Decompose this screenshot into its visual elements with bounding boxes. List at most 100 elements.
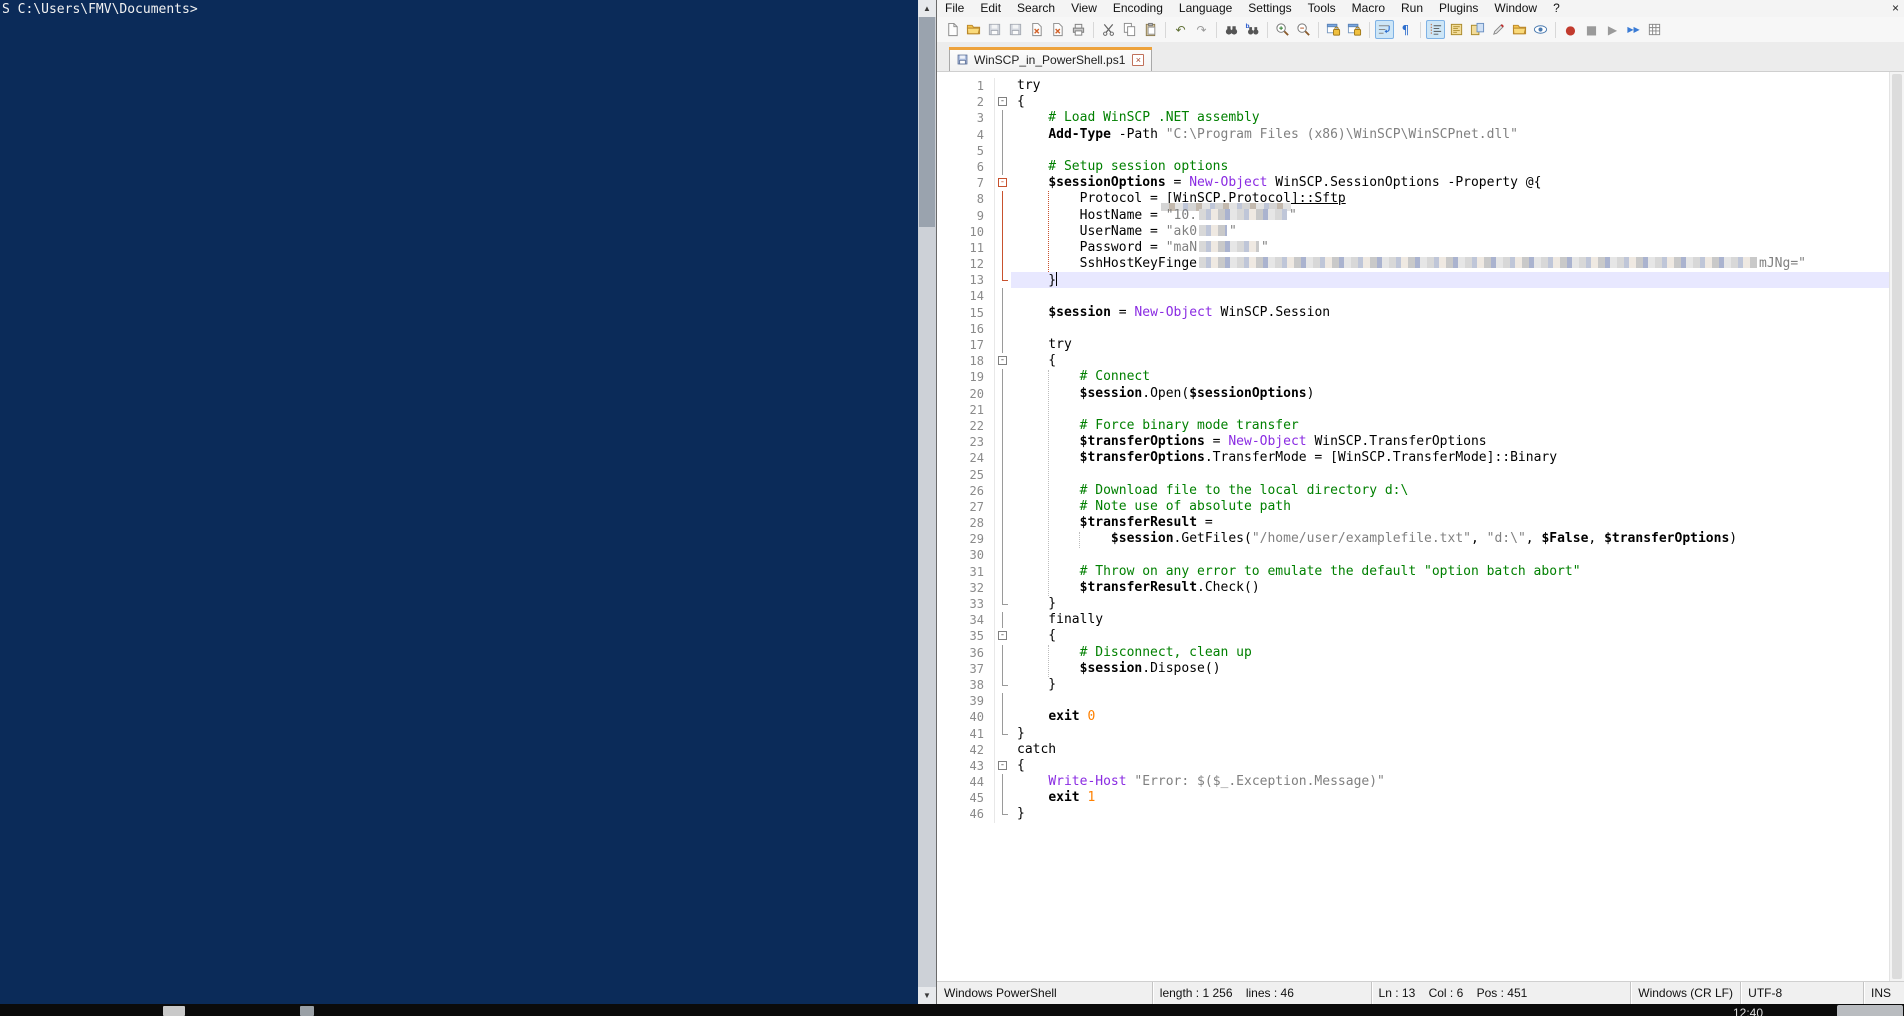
taskbar-app-icon[interactable] bbox=[163, 1006, 185, 1016]
fold-margin[interactable] bbox=[995, 450, 1011, 466]
fold-margin[interactable] bbox=[995, 806, 1011, 822]
taskbar-tray[interactable] bbox=[1837, 1005, 1903, 1016]
fold-margin[interactable] bbox=[995, 547, 1011, 563]
fold-margin[interactable] bbox=[995, 515, 1011, 531]
run-external-icon[interactable] bbox=[1489, 20, 1508, 39]
fold-margin[interactable] bbox=[995, 337, 1011, 353]
paste-icon[interactable] bbox=[1141, 20, 1160, 39]
menu-item-settings[interactable]: Settings bbox=[1240, 0, 1299, 17]
menu-item-encoding[interactable]: Encoding bbox=[1105, 0, 1171, 17]
folder-as-workspace-icon[interactable] bbox=[1510, 20, 1529, 39]
editor-scrollbar[interactable] bbox=[1889, 72, 1904, 981]
word-wrap-icon[interactable] bbox=[1375, 20, 1394, 39]
fold-margin[interactable] bbox=[995, 564, 1011, 580]
menu-item-run[interactable]: Run bbox=[1393, 0, 1431, 17]
fold-margin[interactable] bbox=[995, 208, 1011, 224]
menu-item-tools[interactable]: Tools bbox=[1300, 0, 1344, 17]
scrollbar-thumb[interactable] bbox=[919, 17, 935, 227]
macro-play-icon[interactable]: ▶ bbox=[1603, 20, 1622, 39]
fold-margin[interactable] bbox=[995, 661, 1011, 677]
window-close-icon[interactable]: × bbox=[1892, 0, 1899, 16]
fold-margin[interactable] bbox=[995, 305, 1011, 321]
fold-margin[interactable] bbox=[995, 143, 1011, 159]
print-icon[interactable] bbox=[1069, 20, 1088, 39]
code-lines[interactable]: 1try2-{3 # Load WinSCP .NET assembly4 Ad… bbox=[937, 72, 1890, 823]
fold-margin[interactable]: - bbox=[995, 94, 1011, 110]
zoom-out-icon[interactable] bbox=[1294, 20, 1313, 39]
document-switcher-icon[interactable] bbox=[1468, 20, 1487, 39]
fold-margin[interactable] bbox=[995, 467, 1011, 483]
fold-margin[interactable] bbox=[995, 224, 1011, 240]
fold-margin[interactable] bbox=[995, 288, 1011, 304]
macro-stop-icon[interactable]: ■ bbox=[1582, 20, 1601, 39]
fold-margin[interactable] bbox=[995, 256, 1011, 272]
replace-icon[interactable] bbox=[1243, 20, 1262, 39]
save-all-icon[interactable] bbox=[1006, 20, 1025, 39]
fold-margin[interactable] bbox=[995, 742, 1011, 758]
fold-margin[interactable] bbox=[995, 774, 1011, 790]
fold-margin[interactable] bbox=[995, 434, 1011, 450]
undo-icon[interactable]: ↶ bbox=[1171, 20, 1190, 39]
macro-record-icon[interactable]: ● bbox=[1561, 20, 1580, 39]
redo-icon[interactable]: ↷ bbox=[1192, 20, 1211, 39]
powershell-terminal[interactable]: S C:\Users\FMV\Documents> bbox=[0, 0, 918, 1004]
fold-margin[interactable] bbox=[995, 531, 1011, 547]
find-icon[interactable] bbox=[1222, 20, 1241, 39]
macro-run-multiple-icon[interactable]: ▶▶ bbox=[1624, 20, 1643, 39]
editor-area[interactable]: 1try2-{3 # Load WinSCP .NET assembly4 Ad… bbox=[937, 72, 1904, 981]
macro-save-icon[interactable] bbox=[1645, 20, 1664, 39]
fold-margin[interactable] bbox=[995, 726, 1011, 742]
menu-item-window[interactable]: Window bbox=[1486, 0, 1545, 17]
menu-item-macro[interactable]: Macro bbox=[1344, 0, 1393, 17]
scroll-up-icon[interactable]: ▲ bbox=[918, 0, 936, 17]
fold-margin[interactable] bbox=[995, 321, 1011, 337]
taskbar-app-icon[interactable] bbox=[300, 1006, 314, 1016]
fold-margin[interactable] bbox=[995, 709, 1011, 725]
fold-margin[interactable]: - bbox=[995, 175, 1011, 191]
fold-margin[interactable] bbox=[995, 645, 1011, 661]
sync-horizontal-scroll-icon[interactable] bbox=[1345, 20, 1364, 39]
fold-collapse-icon[interactable]: - bbox=[998, 631, 1007, 640]
fold-margin[interactable] bbox=[995, 240, 1011, 256]
fold-margin[interactable] bbox=[995, 386, 1011, 402]
cut-icon[interactable] bbox=[1099, 20, 1118, 39]
fold-margin[interactable]: - bbox=[995, 628, 1011, 644]
new-file-icon[interactable] bbox=[943, 20, 962, 39]
close-file-icon[interactable] bbox=[1027, 20, 1046, 39]
sync-vertical-scroll-icon[interactable] bbox=[1324, 20, 1343, 39]
save-file-icon[interactable] bbox=[985, 20, 1004, 39]
fold-collapse-icon[interactable]: - bbox=[998, 178, 1007, 187]
fold-margin[interactable] bbox=[995, 78, 1011, 94]
fold-collapse-icon[interactable]: - bbox=[998, 356, 1007, 365]
fold-margin[interactable] bbox=[995, 483, 1011, 499]
copy-icon[interactable] bbox=[1120, 20, 1139, 39]
terminal-scrollbar[interactable]: ▲ ▼ bbox=[918, 0, 936, 1004]
menu-item-search[interactable]: Search bbox=[1009, 0, 1063, 17]
fold-margin[interactable] bbox=[995, 693, 1011, 709]
menu-item-plugins[interactable]: Plugins bbox=[1431, 0, 1486, 17]
fold-margin[interactable] bbox=[995, 272, 1011, 288]
indent-guide-icon[interactable] bbox=[1426, 20, 1445, 39]
fold-collapse-icon[interactable]: - bbox=[998, 761, 1007, 770]
monitoring-icon[interactable] bbox=[1531, 20, 1550, 39]
menu-item-language[interactable]: Language bbox=[1171, 0, 1240, 17]
tab-winscp-in-powershell[interactable]: WinSCP_in_PowerShell.ps1 × bbox=[949, 47, 1152, 71]
fold-margin[interactable] bbox=[995, 402, 1011, 418]
menu-item-file[interactable]: File bbox=[937, 0, 972, 17]
windows-taskbar[interactable]: 12:40 bbox=[0, 1004, 1904, 1016]
fold-margin[interactable]: - bbox=[995, 353, 1011, 369]
editor-scrollbar-thumb[interactable] bbox=[1892, 74, 1902, 979]
fold-margin[interactable]: - bbox=[995, 758, 1011, 774]
fold-margin[interactable] bbox=[995, 191, 1011, 207]
fold-margin[interactable] bbox=[995, 499, 1011, 515]
show-all-characters-icon[interactable]: ¶ bbox=[1396, 20, 1415, 39]
fold-margin[interactable] bbox=[995, 677, 1011, 693]
fold-margin[interactable] bbox=[995, 159, 1011, 175]
fold-collapse-icon[interactable]: - bbox=[998, 97, 1007, 106]
open-file-icon[interactable] bbox=[964, 20, 983, 39]
fold-margin[interactable] bbox=[995, 127, 1011, 143]
fold-margin[interactable] bbox=[995, 369, 1011, 385]
fold-margin[interactable] bbox=[995, 110, 1011, 126]
scroll-down-icon[interactable]: ▼ bbox=[918, 987, 936, 1004]
tab-close-icon[interactable]: × bbox=[1132, 54, 1144, 66]
